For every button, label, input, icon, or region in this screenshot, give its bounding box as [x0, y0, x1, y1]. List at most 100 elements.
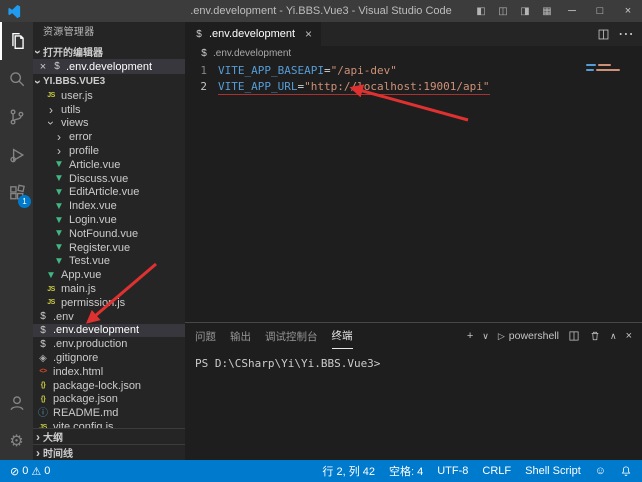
search-icon[interactable] — [0, 60, 33, 98]
project-root-header[interactable]: › YI.BBS.VUE3 — [33, 74, 185, 89]
terminal-shell-select[interactable]: ▷ powershell — [498, 330, 559, 342]
close-window-button[interactable]: × — [614, 0, 642, 22]
tab-label: .env.development — [209, 28, 295, 40]
file-tree-item[interactable]: JS main.js — [33, 282, 185, 296]
panel-tab-debug-console[interactable]: 调试控制台 — [265, 323, 318, 349]
shell-file-icon: $ — [37, 310, 49, 323]
activity-bar: 1 ⚙ — [0, 22, 33, 460]
file-tree-item[interactable]: <> index.html — [33, 365, 185, 379]
notifications-bell-icon[interactable] — [620, 465, 632, 477]
cursor-position[interactable]: 行 2, 列 42 — [322, 463, 375, 479]
file-tree-item[interactable]: $ .env.development — [33, 324, 185, 338]
chevron-down-icon: › — [33, 80, 44, 84]
language-mode[interactable]: Shell Script — [525, 465, 581, 477]
file-tree-item[interactable]: ⓘ README.md — [33, 406, 185, 420]
title-bar: .env.development - Yi.BBS.Vue3 - Visual … — [0, 0, 642, 22]
sidebar-bottom-sections: › 大纲 › 时间线 — [33, 428, 185, 460]
shell-file-icon: $ — [194, 29, 204, 40]
file-tree-item[interactable]: › profile — [33, 144, 185, 158]
close-editor-icon[interactable]: × — [38, 61, 48, 73]
outline-section-header[interactable]: › 大纲 — [33, 428, 185, 444]
file-tree-item[interactable]: JS permission.js — [33, 296, 185, 310]
minimap[interactable] — [586, 64, 632, 74]
shell-file-icon: $ — [37, 338, 49, 351]
file-tree-item[interactable]: ▼ Register.vue — [33, 241, 185, 255]
minimize-button[interactable]: ─ — [558, 0, 586, 22]
kill-terminal-trash-icon[interactable] — [589, 330, 601, 342]
split-terminal-icon[interactable] — [568, 330, 580, 342]
breadcrumb[interactable]: $ .env.development — [185, 46, 642, 61]
file-tree-item[interactable]: ▼ App.vue — [33, 268, 185, 282]
sidebar-title: 资源管理器 — [33, 22, 185, 44]
open-editor-item[interactable]: × $ .env.development — [33, 59, 185, 74]
tab-env-development[interactable]: $ .env.development × — [185, 22, 321, 46]
settings-gear-icon[interactable]: ⚙ — [0, 422, 33, 460]
extensions-icon[interactable]: 1 — [0, 174, 33, 212]
problems-status[interactable]: ⊘0 ⚠0 — [10, 465, 50, 478]
vue-file-icon: ▼ — [53, 255, 65, 268]
code-editor[interactable]: 1 VITE_APP_BASEAPI="/api-dev" 2 VITE_APP… — [185, 61, 642, 322]
file-tree-item[interactable]: ▼ Index.vue — [33, 199, 185, 213]
errors-icon: ⊘ — [10, 465, 19, 478]
vue-file-icon: ▼ — [53, 227, 65, 240]
new-terminal-icon[interactable]: + — [467, 330, 473, 342]
toggle-primary-sidebar-icon[interactable]: ◧ — [470, 6, 492, 17]
line-number: 1 — [185, 63, 207, 79]
file-tree-item[interactable]: ▼ Article.vue — [33, 158, 185, 172]
file-tree-item[interactable]: ▼ EditArticle.vue — [33, 186, 185, 200]
file-tree-item[interactable]: ◈ .gitignore — [33, 351, 185, 365]
file-tree-item[interactable]: ▼ Test.vue — [33, 255, 185, 269]
chevron-right-icon: › — [36, 431, 40, 443]
file-tree-item[interactable]: {} package-lock.json — [33, 379, 185, 393]
panel-tab-output[interactable]: 输出 — [230, 323, 251, 349]
file-tree-item[interactable]: ▼ Login.vue — [33, 213, 185, 227]
terminal-profile-dropdown-icon[interactable]: ∨ — [482, 331, 489, 342]
feedback-smiley-icon[interactable]: ☺ — [595, 465, 606, 477]
customize-layout-icon[interactable]: ▦ — [536, 6, 558, 17]
file-tree-item[interactable]: {} package.json — [33, 393, 185, 407]
close-panel-icon[interactable]: × — [626, 330, 632, 342]
file-tree-item[interactable]: $ .env.production — [33, 337, 185, 351]
split-editor-icon[interactable] — [597, 28, 610, 41]
file-tree-item[interactable]: › error — [33, 130, 185, 144]
eol-status[interactable]: CRLF — [482, 465, 511, 477]
js-file-icon: JS — [45, 89, 57, 102]
file-tree-item[interactable]: ▼ Discuss.vue — [33, 172, 185, 186]
explorer-icon[interactable] — [0, 22, 33, 60]
panel-tab-problems[interactable]: 问题 — [195, 323, 216, 349]
maximize-panel-icon[interactable]: ∧ — [610, 331, 617, 342]
chevron-right-icon: › — [53, 145, 65, 157]
file-tree-item[interactable]: ▼ NotFound.vue — [33, 227, 185, 241]
code-token-operator: = — [324, 64, 331, 77]
file-tree-item[interactable]: JS user.js — [33, 89, 185, 103]
file-tree-item[interactable]: › utils — [33, 103, 185, 117]
timeline-section-header[interactable]: › 时间线 — [33, 444, 185, 460]
file-tree-item[interactable]: JS vite.config.js — [33, 420, 185, 428]
toggle-panel-icon[interactable]: ◫ — [492, 6, 514, 17]
file-tree-item[interactable]: › views — [33, 117, 185, 131]
status-bar: ⊘0 ⚠0 行 2, 列 42 空格: 4 UTF-8 CRLF Shell S… — [0, 460, 642, 482]
indentation-status[interactable]: 空格: 4 — [389, 463, 423, 479]
terminal-output[interactable]: PS D:\CSharp\Yi\Yi.BBS.Vue3> — [185, 349, 642, 460]
js-file-icon: JS — [37, 421, 49, 428]
more-actions-icon[interactable]: ⋯ — [618, 24, 634, 44]
encoding-status[interactable]: UTF-8 — [437, 465, 468, 477]
terminal-prompt: PS D:\CSharp\Yi\Yi.BBS.Vue3> — [195, 357, 380, 370]
toggle-secondary-sidebar-icon[interactable]: ◨ — [514, 6, 536, 17]
accounts-icon[interactable] — [0, 384, 33, 422]
file-tree-item[interactable]: $ .env — [33, 310, 185, 324]
source-control-icon[interactable] — [0, 98, 33, 136]
vue-file-icon: ▼ — [53, 158, 65, 171]
maximize-button[interactable]: □ — [586, 0, 614, 22]
chevron-right-icon: › — [53, 131, 65, 143]
code-line-2: 2 VITE_APP_URL="http://localhost:19001/a… — [185, 79, 642, 95]
file-tree: JS user.js › utils › views › error › pro… — [33, 89, 185, 428]
chevron-right-icon: › — [36, 447, 40, 459]
editor-group: $ .env.development × ⋯ $ .env.developmen… — [185, 22, 642, 460]
close-tab-icon[interactable]: × — [305, 27, 312, 41]
run-debug-icon[interactable] — [0, 136, 33, 174]
panel-tab-terminal[interactable]: 终端 — [332, 323, 353, 349]
explorer-sidebar: 资源管理器 › 打开的编辑器 × $ .env.development › YI… — [33, 22, 185, 460]
open-editors-header[interactable]: › 打开的编辑器 — [33, 44, 185, 59]
js-file-icon: JS — [45, 283, 57, 296]
